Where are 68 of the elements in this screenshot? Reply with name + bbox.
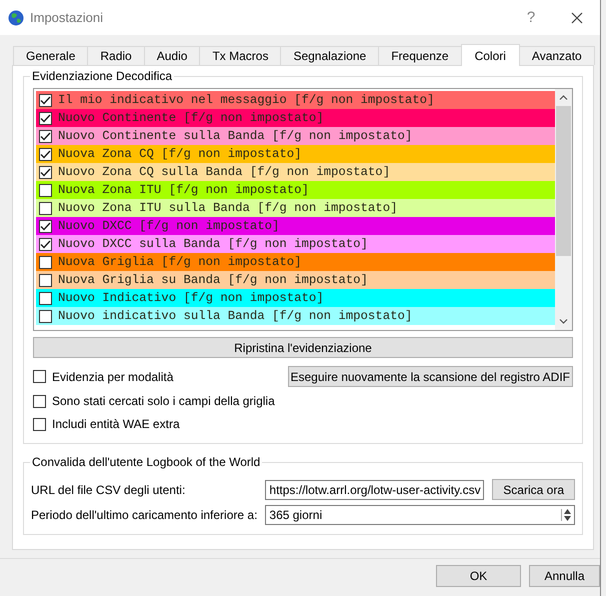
group-title: Evidenziazione Decodifica	[30, 69, 174, 83]
period-spinbox[interactable]: 365 giorni	[265, 505, 575, 525]
highlight-row[interactable]: Il mio indicativo nel messaggio [f/g non impostato]	[36, 91, 555, 109]
checkbox[interactable]	[39, 274, 52, 286]
row-label: Nuovo Continente [f/g non impostato]	[58, 111, 324, 125]
row-label: Nuovo DXCC [f/g non impostato]	[58, 219, 280, 233]
option-label: Evidenzia per modalità	[52, 370, 174, 384]
checkbox[interactable]	[39, 112, 52, 124]
spin-up-icon[interactable]	[564, 509, 571, 514]
url-field[interactable]: https://lotw.arrl.org/lotw-user-activity.csv	[265, 480, 484, 500]
tab[interactable]: Frequenze	[378, 46, 462, 65]
highlight-row[interactable]: Nuovo Indicativo [f/g non impostato]	[36, 289, 555, 307]
highlight-row[interactable]: Nuova Zona CQ [f/g non impostato]	[36, 145, 555, 163]
highlight-row[interactable]: Nuova Zona ITU [f/g non impostato]	[36, 181, 555, 199]
row-label: Nuova Griglia [f/g non impostato]	[58, 255, 302, 269]
row-label: Nuova Zona ITU [f/g non impostato]	[58, 183, 309, 197]
group-title: Convalida dell'utente Logbook of the World	[30, 455, 262, 469]
checkbox[interactable]	[33, 370, 46, 383]
option-label: Sono stati cercati solo i campi della griglia	[52, 394, 275, 408]
checkbox[interactable]	[39, 202, 52, 214]
row-label: Nuovo Zona CQ sulla Banda [f/g non impostato]	[58, 165, 390, 179]
close-icon	[571, 12, 583, 24]
highlight-row[interactable]: Nuovo Zona CQ sulla Banda [f/g non impostato]	[36, 163, 555, 181]
checkbox[interactable]	[39, 184, 52, 196]
row-label: Nuovo Continente sulla Banda [f/g non impostato]	[58, 129, 412, 143]
checkbox[interactable]	[39, 256, 52, 268]
highlight-row[interactable]: Nuova Griglia [f/g non impostato]	[36, 253, 555, 271]
cancel-button[interactable]: Annulla	[529, 565, 600, 587]
checkbox[interactable]	[39, 148, 52, 160]
option-label: Includi entità WAE extra	[52, 417, 180, 431]
spin-down-icon[interactable]	[564, 516, 571, 521]
scrollbar[interactable]	[555, 89, 572, 330]
tab[interactable]: Colori	[460, 44, 520, 66]
row-label: Nuovo indicativo sulla Banda [f/g non impostato]	[58, 309, 412, 323]
tab[interactable]: Segnalazione	[280, 46, 380, 65]
ok-button[interactable]: OK	[436, 565, 521, 587]
checkbox[interactable]	[33, 418, 46, 430]
row-label: Il mio indicativo nel messaggio [f/g non impostato]	[58, 93, 434, 107]
globe-icon	[8, 10, 24, 26]
highlight-row[interactable]: Nuovo indicativo sulla Banda [f/g non impostato]	[36, 307, 555, 325]
tab[interactable]: Generale	[13, 46, 88, 65]
highlight-row[interactable]: Nuovo DXCC [f/g non impostato]	[36, 217, 555, 235]
checkbox[interactable]	[39, 220, 52, 232]
help-button[interactable]: ?	[508, 9, 554, 26]
row-label: Nuovo Zona ITU sulla Banda [f/g non impostato]	[58, 201, 398, 215]
checkbox[interactable]	[39, 130, 52, 142]
field-label: URL del file CSV degli utenti:	[31, 482, 186, 496]
window-title: Impostazioni	[30, 10, 104, 25]
highlight-row[interactable]: Nuova Griglia su Banda [f/g non impostato]	[36, 271, 555, 289]
checkbox[interactable]	[33, 394, 46, 408]
highlight-row[interactable]: Nuovo Continente sulla Banda [f/g non impostato]	[36, 127, 555, 145]
highlight-row[interactable]: Nuovo Zona ITU sulla Banda [f/g non impostato]	[36, 199, 555, 217]
tab[interactable]: Avanzato	[518, 46, 595, 65]
checkbox[interactable]	[39, 238, 52, 250]
row-label: Nuovo DXCC sulla Banda [f/g non impostato]	[58, 237, 368, 251]
row-label: Nuovo Indicativo [f/g non impostato]	[58, 291, 324, 305]
checkbox[interactable]	[39, 94, 52, 106]
highlight-row[interactable]: Nuovo DXCC sulla Banda [f/g non impostato]	[36, 235, 555, 253]
highlight-row[interactable]: Nuovo Continente [f/g non impostato]	[36, 109, 555, 127]
download-button[interactable]: Scarica ora	[492, 479, 575, 500]
reset-highlight-button[interactable]: Ripristina l'evidenziazione	[33, 337, 573, 358]
field-label: Periodo dell'ultimo caricamento inferiore a:	[31, 508, 258, 522]
rescan-adif-button[interactable]: Eseguire nuovamente la scansione del registro ADIF	[288, 366, 573, 387]
checkbox[interactable]	[39, 292, 52, 304]
row-label: Nuova Zona CQ [f/g non impostato]	[58, 147, 302, 161]
row-label: Nuova Griglia su Banda [f/g non impostato]	[58, 273, 368, 287]
checkbox[interactable]	[39, 310, 52, 322]
checkbox[interactable]	[39, 166, 52, 178]
